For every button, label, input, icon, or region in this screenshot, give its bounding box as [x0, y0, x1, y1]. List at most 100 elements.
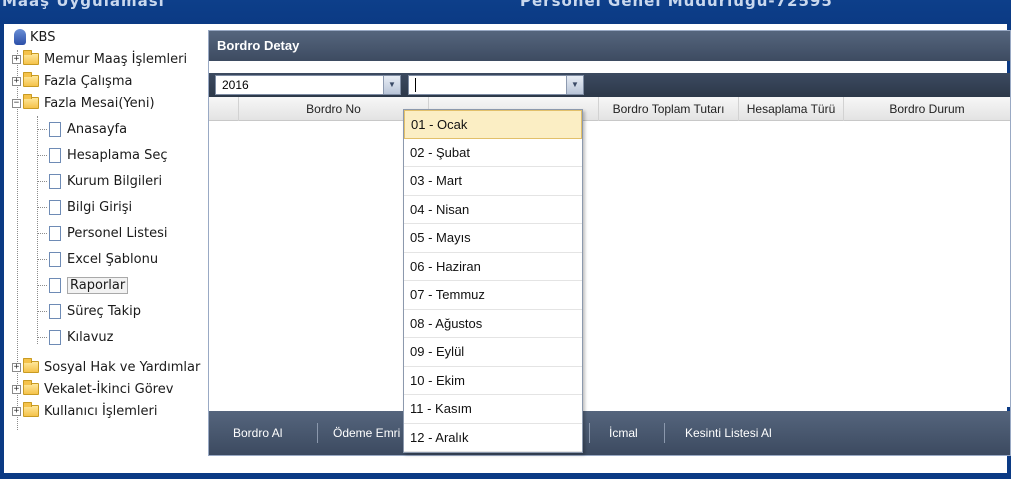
page-icon	[49, 225, 61, 241]
column-header-bordro-durum[interactable]: Bordro Durum	[844, 97, 1010, 121]
filter-toolbar: 2016 ▼ ▼	[209, 73, 1010, 97]
tree-leaf-excel-sablonu[interactable]: Excel Şablonu	[37, 248, 158, 270]
tree-item-sosyal-hak[interactable]: + Sosyal Hak ve Yardımlar	[12, 356, 200, 378]
tree-root-label: KBS	[30, 29, 56, 45]
expand-icon[interactable]: +	[12, 406, 21, 416]
tree-connector	[37, 258, 47, 260]
folder-icon	[23, 50, 39, 65]
month-option-eylul[interactable]: 09 - Eylül	[404, 338, 582, 367]
page-icon	[49, 199, 61, 215]
tree-leaf-surec-takip[interactable]: Süreç Takip	[37, 300, 141, 322]
tree-connector	[37, 180, 47, 182]
year-select-value: 2016	[222, 78, 249, 92]
tree-leaf-label: Excel Şablonu	[67, 251, 159, 267]
folder-icon	[23, 402, 39, 417]
month-option-haziran[interactable]: 06 - Haziran	[404, 253, 582, 281]
month-option-ocak[interactable]: 01 - Ocak	[404, 110, 582, 139]
tree-leaf-bilgi-girisi[interactable]: Bilgi Girişi	[37, 196, 132, 218]
chevron-down-icon[interactable]: ▼	[383, 76, 400, 94]
odeme-emri-button[interactable]: Ödeme Emri	[333, 411, 400, 455]
month-option-nisan[interactable]: 04 - Nisan	[404, 196, 582, 224]
page-icon	[49, 147, 61, 163]
separator	[664, 423, 665, 443]
month-select[interactable]: ▼	[408, 75, 584, 95]
tree-item-label: Kullanıcı İşlemleri	[44, 403, 158, 419]
tree-connector	[37, 128, 47, 130]
tree-leaf-label-selected: Raporlar	[67, 276, 129, 294]
icmal-button[interactable]: İcmal	[609, 411, 638, 455]
tree-item-memur-maas[interactable]: + Memur Maaş İşlemleri	[12, 48, 187, 70]
tree-leaf-kilavuz[interactable]: Kılavuz	[37, 326, 113, 348]
tree-root-kbs[interactable]: KBS	[14, 26, 55, 48]
page-icon	[49, 329, 61, 345]
tree-connector	[37, 154, 47, 156]
column-header-toplam-tutar[interactable]: Bordro Toplam Tutarı	[599, 97, 739, 121]
folder-icon	[23, 72, 39, 87]
unit-title: Personel Genel Müdürlüğü-72595	[520, 0, 833, 10]
bordro-al-button[interactable]: Bordro Al	[233, 411, 282, 455]
tree-leaf-kurum-bilgileri[interactable]: Kurum Bilgileri	[37, 170, 162, 192]
page-icon	[49, 277, 61, 293]
month-option-mayis[interactable]: 05 - Mayıs	[404, 224, 582, 253]
page-icon	[49, 251, 61, 267]
tree-item-label: Vekalet-İkinci Görev	[44, 381, 174, 397]
tree-leaf-label: Kurum Bilgileri	[67, 173, 163, 189]
month-option-agustos[interactable]: 08 - Ağustos	[404, 310, 582, 338]
month-dropdown-list: 01 - Ocak 02 - Şubat 03 - Mart 04 - Nisa…	[403, 109, 583, 453]
folder-icon	[23, 358, 39, 373]
tree-item-label: Sosyal Hak ve Yardımlar	[44, 359, 201, 375]
year-select[interactable]: 2016 ▼	[215, 75, 401, 95]
tree-item-label: Fazla Mesai(Yeni)	[44, 95, 155, 111]
navigation-tree: KBS + Memur Maaş İşlemleri + Fazla Çalış…	[8, 26, 208, 466]
tree-leaf-hesaplama-sec[interactable]: Hesaplama Seç	[37, 144, 168, 166]
tree-item-fazla-mesai[interactable]: − Fazla Mesai(Yeni)	[12, 92, 155, 114]
separator	[589, 423, 590, 443]
collapse-icon[interactable]: −	[12, 98, 21, 108]
tree-leaf-label: Kılavuz	[67, 329, 114, 345]
tree-connector	[37, 336, 47, 338]
tree-item-label: Memur Maaş İşlemleri	[44, 51, 188, 67]
folder-open-icon	[23, 94, 39, 109]
separator	[317, 423, 318, 443]
tree-leaf-raporlar[interactable]: Raporlar	[37, 274, 129, 296]
app-title-bar: Maaş Uygulaması Personel Genel Müdürlüğü…	[0, 0, 1011, 24]
tree-leaf-anasayfa[interactable]: Anasayfa	[37, 118, 127, 140]
month-option-subat[interactable]: 02 - Şubat	[404, 139, 582, 167]
tree-connector	[37, 232, 47, 234]
chevron-down-icon[interactable]: ▼	[566, 76, 583, 94]
panel-title: Bordro Detay	[209, 31, 1010, 61]
tree-leaf-label: Hesaplama Seç	[67, 147, 168, 163]
grid-header-spacer	[209, 97, 239, 121]
app-title: Maaş Uygulaması	[2, 0, 165, 10]
expand-icon[interactable]: +	[12, 54, 21, 64]
page-icon	[49, 173, 61, 189]
tree-leaf-personel-listesi[interactable]: Personel Listesi	[37, 222, 168, 244]
kesinti-listesi-button[interactable]: Kesinti Listesi Al	[685, 411, 772, 455]
expand-icon[interactable]: +	[12, 76, 21, 86]
tree-leaf-label: Anasayfa	[67, 121, 128, 137]
page-icon	[49, 303, 61, 319]
text-caret	[415, 78, 416, 92]
page-icon	[49, 121, 61, 137]
tree-item-vekalet[interactable]: + Vekalet-İkinci Görev	[12, 378, 173, 400]
month-option-aralik[interactable]: 12 - Aralık	[404, 424, 582, 452]
month-option-temmuz[interactable]: 07 - Temmuz	[404, 281, 582, 310]
tree-leaf-label: Bilgi Girişi	[67, 199, 133, 215]
expand-icon[interactable]: +	[12, 362, 21, 372]
tree-connector	[37, 284, 47, 286]
column-header-hesaplama-turu[interactable]: Hesaplama Türü	[739, 97, 844, 121]
month-option-ekim[interactable]: 10 - Ekim	[404, 367, 582, 395]
tree-connector	[37, 206, 47, 208]
tree-item-fazla-calisma[interactable]: + Fazla Çalışma	[12, 70, 132, 92]
tree-leaf-label: Süreç Takip	[67, 303, 141, 319]
tree-item-label: Fazla Çalışma	[44, 73, 133, 89]
grid-body	[209, 121, 1010, 407]
grid-header: Bordro No Bordro Toplam Tutarı Hesaplama…	[209, 97, 1010, 121]
month-option-kasim[interactable]: 11 - Kasım	[404, 395, 582, 424]
kbs-icon	[14, 29, 26, 45]
month-option-mart[interactable]: 03 - Mart	[404, 167, 582, 196]
tree-item-kullanici[interactable]: + Kullanıcı İşlemleri	[12, 400, 158, 422]
folder-icon	[23, 380, 39, 395]
expand-icon[interactable]: +	[12, 384, 21, 394]
column-header-bordro-no[interactable]: Bordro No	[239, 97, 429, 121]
